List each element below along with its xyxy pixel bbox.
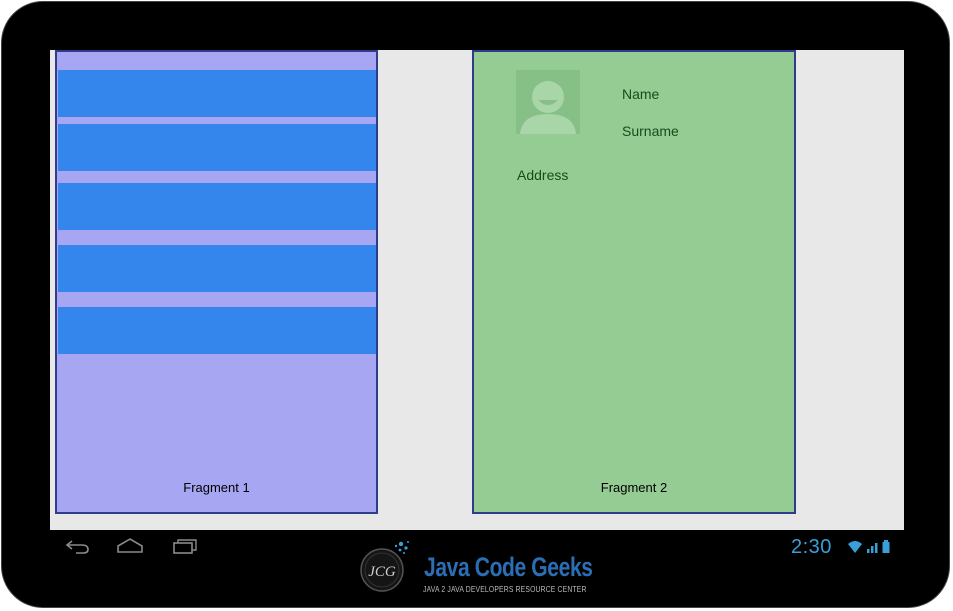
fragment-2: Name Surname Address Fragment 2	[472, 50, 796, 514]
wifi-icon	[848, 541, 862, 553]
back-icon[interactable]	[64, 537, 92, 560]
list-item[interactable]	[58, 307, 376, 354]
list-item[interactable]	[58, 245, 376, 292]
name-label: Name	[622, 86, 660, 102]
brand-name: Java Code Geeks	[424, 552, 593, 582]
list-item[interactable]	[58, 70, 376, 117]
surname-label: Surname	[622, 123, 679, 139]
signal-icon	[867, 543, 878, 553]
home-icon[interactable]	[116, 537, 144, 560]
brand-tagline: JAVA 2 JAVA DEVELOPERS RESOURCE CENTER	[423, 585, 587, 594]
fragment-1: Fragment 1	[55, 50, 378, 514]
list-item[interactable]	[58, 124, 376, 171]
battery-icon	[882, 540, 890, 553]
list-item[interactable]	[58, 183, 376, 230]
status-clock: 2:30	[791, 536, 832, 558]
status-icons	[847, 539, 895, 560]
fragment-1-label: Fragment 1	[183, 480, 250, 495]
fragment-2-label: Fragment 2	[600, 480, 668, 495]
address-label: Address	[517, 167, 569, 183]
logo-monogram: JCG	[368, 564, 396, 580]
avatar-icon	[516, 70, 580, 134]
recent-apps-icon[interactable]	[170, 537, 198, 560]
